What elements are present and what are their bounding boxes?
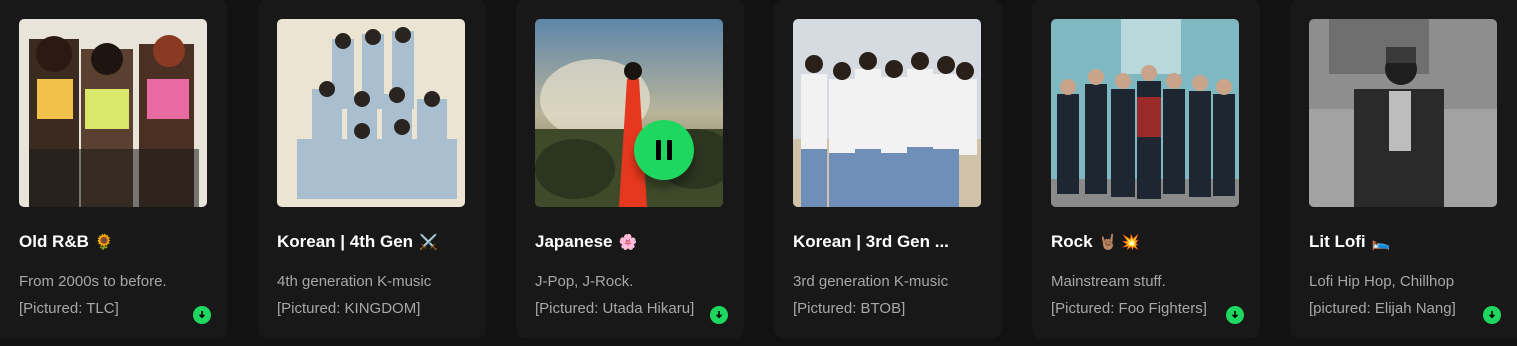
playlist-description: 4th generation K-music [Pictured: KINGDO… xyxy=(277,268,473,322)
description-line: J-Pop, J-Rock. xyxy=(535,273,634,290)
pause-icon-bar xyxy=(667,140,672,160)
playlist-cover-old-rnb[interactable] xyxy=(19,19,207,207)
playlist-cover-japanese[interactable] xyxy=(535,19,723,207)
playlist-card-korean-4th-gen[interactable]: Korean | 4th Gen ⚔️ 4th generation K-musi… xyxy=(258,0,486,338)
playlist-title[interactable]: Korean | 3rd Gen ... xyxy=(793,232,993,252)
playlist-card-japanese[interactable]: Japanese 🌸 J-Pop, J-Rock. [Pictured: Utad… xyxy=(516,0,744,338)
cherry-blossom-emoji: 🌸 xyxy=(618,234,638,251)
playlist-cover-lit-lofi[interactable] xyxy=(1309,19,1497,207)
description-line: 3rd generation K-music xyxy=(793,273,949,290)
playlist-cover-rock[interactable] xyxy=(1051,19,1239,207)
playlist-card-rock[interactable]: Rock 🤘🏽 💥 Mainstream stuff. [Pictured: Fo… xyxy=(1032,0,1260,338)
playlist-description: 3rd generation K-music [Pictured: BTOB] xyxy=(793,268,989,322)
description-line: [Pictured: TLC] xyxy=(19,300,119,317)
playlist-title[interactable]: Rock 🤘🏽 💥 xyxy=(1051,232,1251,252)
rock-hand-collision-emoji: 🤘🏽 💥 xyxy=(1098,234,1141,251)
description-line: From 2000s to before. xyxy=(19,273,167,290)
description-line: [Pictured: Utada Hikaru] xyxy=(535,300,695,317)
download-icon xyxy=(1483,306,1501,324)
playlist-title[interactable]: Old R&B 🌻 xyxy=(19,232,219,252)
sunflower-emoji: 🌻 xyxy=(94,234,114,251)
playlist-description: Lofi Hip Hop, Chillhop [pictured: Elijah… xyxy=(1309,268,1505,322)
pause-icon xyxy=(656,140,661,160)
download-icon xyxy=(1226,306,1244,324)
playlist-description: From 2000s to before. [Pictured: TLC] xyxy=(19,268,215,322)
bed-emoji: 🛌 xyxy=(1371,234,1391,251)
description-line: [Pictured: Foo Fighters] xyxy=(1051,300,1207,317)
playlist-cover-korean-4th-gen[interactable] xyxy=(277,19,465,207)
playlist-card-lit-lofi[interactable]: Lit Lofi 🛌 Lofi Hip Hop, Chillhop [pictur… xyxy=(1290,0,1517,338)
playlist-description: J-Pop, J-Rock. [Pictured: Utada Hikaru] xyxy=(535,268,731,322)
description-line: [pictured: Elijah Nang] xyxy=(1309,300,1456,317)
download-icon xyxy=(710,306,728,324)
playlist-title[interactable]: Lit Lofi 🛌 xyxy=(1309,232,1509,252)
download-icon xyxy=(193,306,211,324)
description-line: 4th generation K-music xyxy=(277,273,432,290)
playlist-title[interactable]: Japanese 🌸 xyxy=(535,232,735,252)
description-line: Lofi Hip Hop, Chillhop xyxy=(1309,273,1455,290)
playlist-description: Mainstream stuff. [Pictured: Foo Fighter… xyxy=(1051,268,1247,322)
description-line: [Pictured: KINGDOM] xyxy=(277,300,421,317)
playlist-card-old-rnb[interactable]: Old R&B 🌻 From 2000s to before. [Pictured… xyxy=(0,0,227,338)
pause-button[interactable] xyxy=(634,120,694,180)
playlist-cover-korean-3rd-gen[interactable] xyxy=(793,19,981,207)
description-line: Mainstream stuff. xyxy=(1051,273,1166,290)
description-line: [Pictured: BTOB] xyxy=(793,300,906,317)
playlist-card-korean-3rd-gen[interactable]: Korean | 3rd Gen ... 3rd generation K-mu… xyxy=(774,0,1002,338)
playlist-title[interactable]: Korean | 4th Gen ⚔️ xyxy=(277,232,477,252)
crossed-swords-emoji: ⚔️ xyxy=(419,234,438,251)
